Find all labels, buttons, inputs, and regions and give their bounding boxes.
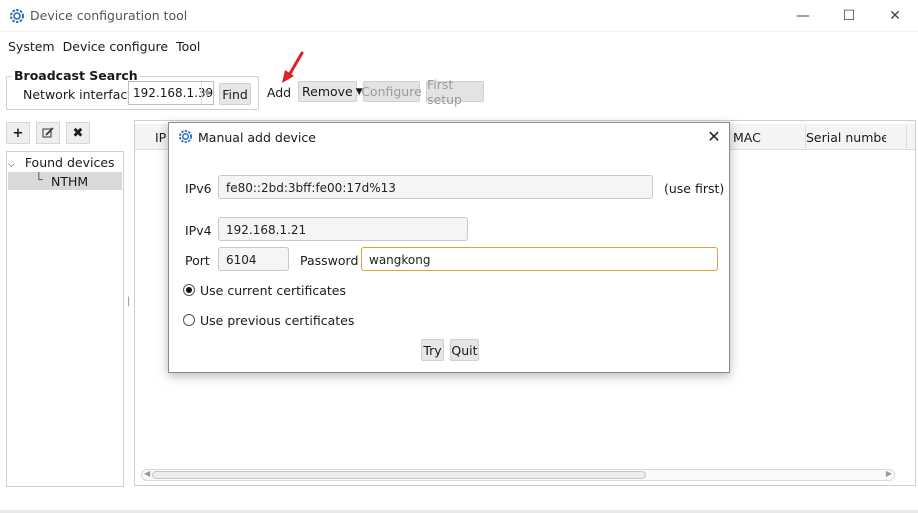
tree-item-nthm[interactable]: └ NTHM	[8, 172, 122, 190]
broadcast-search-title: Broadcast Search	[12, 68, 140, 83]
dialog-gear-icon	[179, 130, 192, 143]
port-input[interactable]: 6104	[218, 247, 289, 271]
chevron-down-icon[interactable]: ⌵	[8, 160, 15, 170]
first-setup-button[interactable]: First setup	[426, 77, 484, 107]
port-label: Port	[185, 253, 210, 268]
radio-previous-certificates[interactable]	[183, 314, 195, 326]
delete-icon[interactable]: ✖	[66, 122, 90, 144]
chevron-down-icon: ▼	[201, 82, 213, 104]
tree-root-found-devices[interactable]: ⌵ Found devices	[8, 155, 115, 170]
try-button[interactable]: Try	[421, 339, 444, 361]
ipv6-label: IPv6	[185, 181, 212, 196]
password-label: Password	[300, 253, 359, 268]
window-title: Device configuration tool	[30, 8, 188, 23]
column-header-mac[interactable]: MAC	[733, 130, 761, 145]
dialog-title: Manual add device	[198, 130, 316, 145]
column-header-ip[interactable]: IP	[155, 130, 166, 145]
edit-icon[interactable]	[36, 122, 60, 144]
app-gear-icon	[10, 9, 24, 23]
network-interface-label: Network interface	[23, 87, 135, 102]
tree-root-label: Found devices	[24, 155, 115, 170]
column-divider	[906, 126, 907, 148]
menu-device-configure[interactable]: Device configure	[63, 38, 176, 56]
menu-tool[interactable]: Tool	[176, 38, 208, 56]
tree-branch-line: └	[35, 172, 43, 187]
plus-icon[interactable]: +	[6, 122, 30, 144]
minimize-button[interactable]: —	[780, 0, 826, 32]
radio-previous-label[interactable]: Use previous certificates	[200, 313, 354, 328]
scroll-right-icon[interactable]: ▶	[886, 469, 892, 478]
maximize-button[interactable]: ☐	[826, 0, 872, 32]
ipv6-input[interactable]: fe80::2bd:3bff:fe00:17d%13	[218, 175, 653, 199]
horizontal-scrollbar[interactable]: ◀ ▶	[141, 469, 895, 481]
use-first-label: (use first)	[664, 181, 725, 196]
ipv4-input[interactable]: 192.168.1.21	[218, 217, 468, 241]
tree-item-label: NTHM	[51, 174, 89, 189]
red-arrow-icon	[282, 51, 304, 83]
configure-button[interactable]: Configure	[361, 81, 422, 102]
device-tree	[6, 151, 124, 487]
network-interface-select[interactable]: 192.168.1.39 ▼	[128, 81, 214, 105]
scroll-left-icon[interactable]: ◀	[144, 469, 150, 478]
menu-system[interactable]: System	[0, 38, 63, 56]
scrollbar-thumb[interactable]	[152, 471, 646, 479]
menu-bar: System Device configure Tool	[0, 38, 208, 56]
radio-current-label[interactable]: Use current certificates	[200, 283, 346, 298]
column-header-serial[interactable]: Serial number	[806, 130, 886, 145]
quit-button[interactable]: Quit	[450, 339, 479, 361]
remove-button-label: Remove	[302, 84, 353, 99]
ipv4-label: IPv4	[185, 223, 212, 238]
pencil-icon	[42, 127, 54, 138]
password-input[interactable]: wangkong	[361, 247, 718, 271]
dialog-close-icon[interactable]: ✕	[702, 126, 726, 146]
find-button[interactable]: Find	[219, 83, 251, 105]
close-window-button[interactable]: ✕	[872, 0, 918, 32]
splitter-handle[interactable]: |	[127, 296, 130, 308]
radio-current-certificates[interactable]	[183, 284, 195, 296]
